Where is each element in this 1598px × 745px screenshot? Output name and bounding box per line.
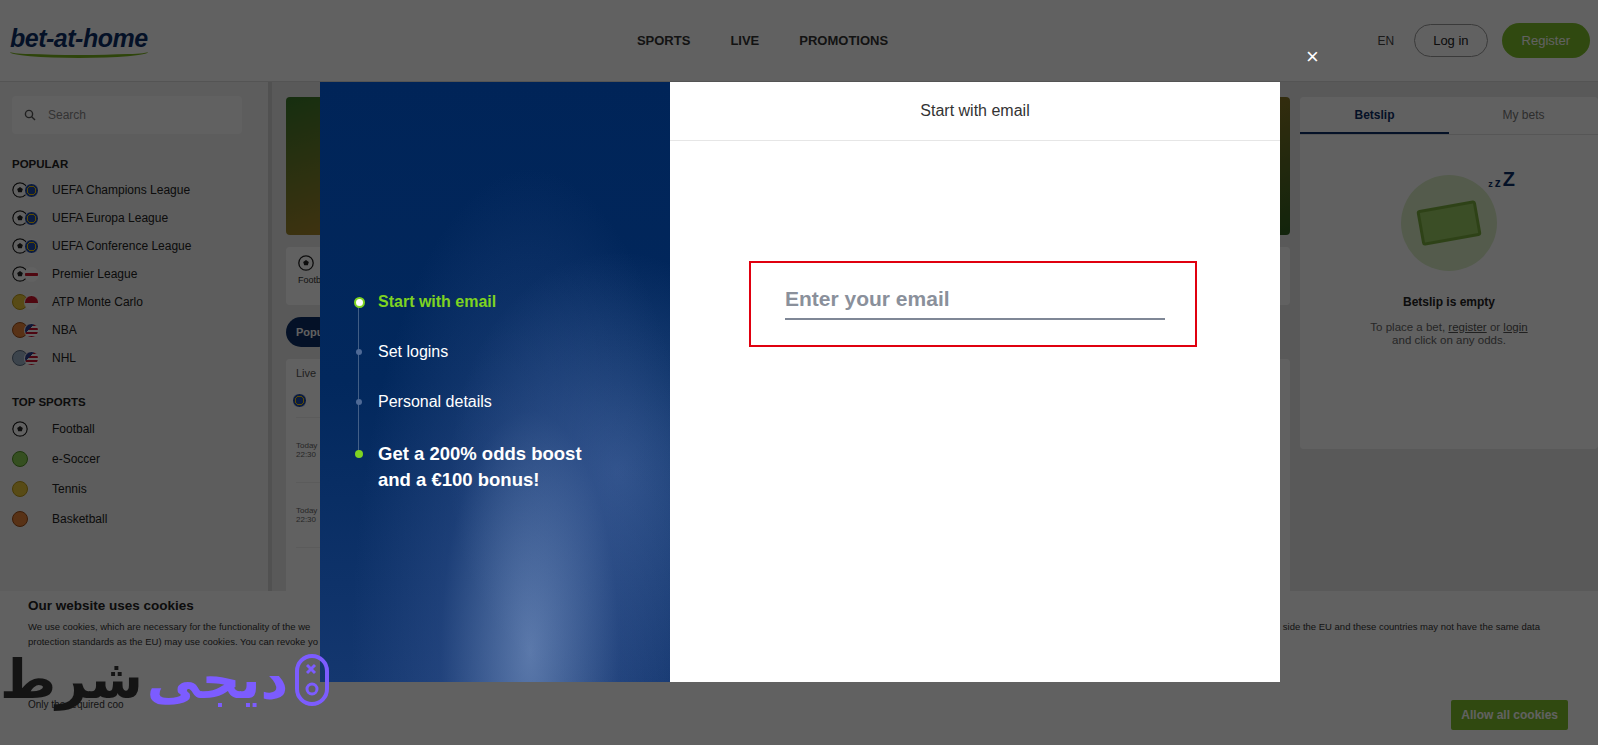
- step-dot-holder: [353, 391, 365, 413]
- step-label: Personal details: [378, 391, 492, 413]
- step-dot-icon: [356, 399, 362, 405]
- step-label: Get a 200% odds boost and a €100 bonus!: [378, 441, 618, 493]
- step-label: Set logins: [378, 341, 448, 363]
- watermark-text: شرط: [0, 648, 143, 713]
- step-dot-icon: [355, 450, 363, 458]
- step-label: Start with email: [378, 291, 496, 313]
- email-panel: Start with email: [670, 82, 1280, 682]
- close-button[interactable]: ×: [1300, 44, 1325, 70]
- watermark: شرطدیجی: [0, 648, 330, 713]
- step-dot-icon: [356, 349, 362, 355]
- steps-list: Start with email Set logins Personal detai…: [320, 82, 670, 493]
- step-dot-icon: [354, 297, 365, 308]
- step-dot-holder: [353, 341, 365, 363]
- step-item: Personal details: [353, 391, 650, 441]
- step-dot-holder: [353, 291, 365, 313]
- screen: bet-at-homeSPORTSLIVEPROMOTIONSENLog inR…: [0, 0, 1598, 745]
- step-item: Set logins: [353, 341, 650, 391]
- gamepad-icon: [294, 653, 330, 707]
- watermark-text: دیجی: [147, 648, 289, 713]
- email-input[interactable]: [785, 281, 1165, 320]
- registration-modal: Start with email Set logins Personal detai…: [320, 82, 1280, 682]
- step-item: Get a 200% odds boost and a €100 bonus!: [353, 441, 650, 493]
- step-item: Start with email: [353, 291, 650, 341]
- step-dot-holder: [353, 441, 365, 467]
- email-field-highlight: [749, 261, 1197, 347]
- modal-title: Start with email: [670, 82, 1280, 141]
- modal-body: [670, 141, 1280, 347]
- steps-panel: Start with email Set logins Personal detai…: [320, 82, 670, 682]
